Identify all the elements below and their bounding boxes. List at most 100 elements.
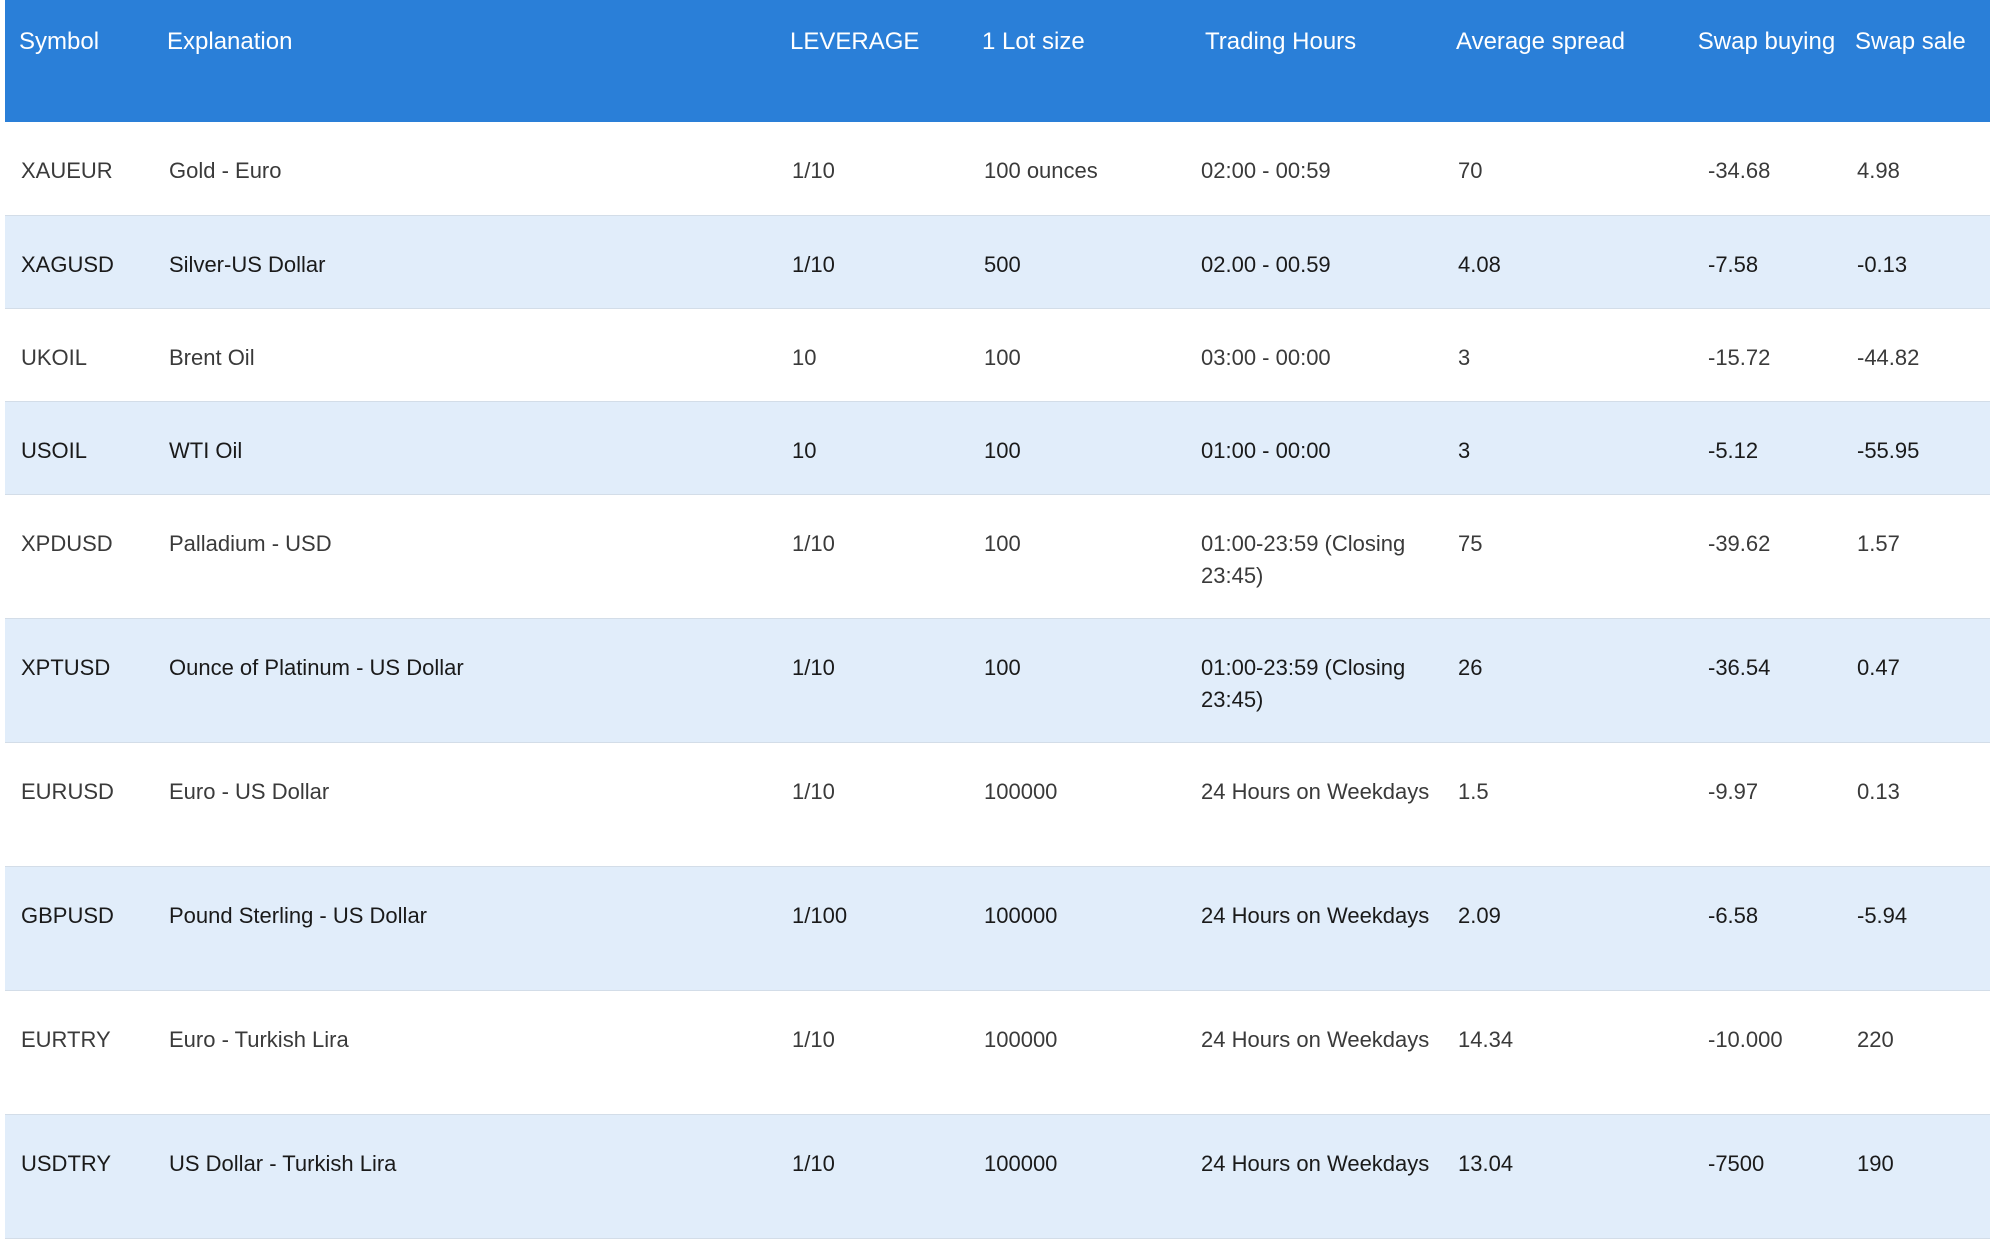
- cell-average-spread: 1.5: [1458, 778, 1489, 804]
- cell-average-spread: 13.04: [1458, 1150, 1514, 1176]
- table-row: XPDUSD Palladium - USD 1/10 100 01:00-23…: [5, 494, 1990, 618]
- cell-swap-buying: -5.12: [1708, 437, 1759, 463]
- cell-leverage: 10: [792, 437, 817, 463]
- cell-lot-size: 500: [984, 251, 1021, 277]
- cell-trading-hours: 02.00 - 00.59: [1201, 251, 1331, 277]
- table-row: XAUEUR Gold - Euro 1/10 100 ounces 02:00…: [5, 122, 1990, 215]
- cell-explanation: Gold - Euro: [169, 158, 282, 183]
- table-row: EURTRY Euro - Turkish Lira 1/10 100000 2…: [5, 990, 1990, 1114]
- instruments-table: Symbol Explanation LEVERAGE 1 Lot size T…: [5, 0, 1990, 1239]
- cell-explanation: Euro - Turkish Lira: [169, 1026, 349, 1052]
- header-row: Symbol Explanation LEVERAGE 1 Lot size T…: [5, 0, 1990, 122]
- cell-average-spread: 3: [1458, 437, 1471, 463]
- cell-swap-buying: -36.54: [1708, 654, 1771, 680]
- cell-leverage: 1/10: [792, 654, 835, 680]
- cell-symbol: USOIL: [21, 437, 88, 463]
- cell-lot-size: 100: [984, 437, 1021, 463]
- cell-leverage: 1/10: [792, 1150, 835, 1176]
- cell-leverage: 1/10: [792, 251, 835, 277]
- cell-symbol: EURUSD: [21, 778, 114, 804]
- cell-trading-hours: 01:00-23:59 (Closing 23:45): [1201, 654, 1406, 712]
- cell-trading-hours: 03:00 - 00:00: [1201, 344, 1331, 370]
- cell-explanation: US Dollar - Turkish Lira: [169, 1150, 397, 1176]
- cell-leverage: 1/10: [792, 530, 835, 556]
- cell-explanation: Palladium - USD: [169, 530, 332, 556]
- cell-swap-buying: -39.62: [1708, 530, 1771, 556]
- cell-swap-sale: 0.13: [1857, 778, 1900, 804]
- cell-explanation: Pound Sterling - US Dollar: [169, 902, 428, 928]
- table-row: USDTRY US Dollar - Turkish Lira 1/10 100…: [5, 1114, 1990, 1238]
- cell-swap-buying: -10.000: [1708, 1026, 1783, 1052]
- cell-average-spread: 3: [1458, 344, 1471, 370]
- cell-swap-sale: 0.47: [1857, 654, 1900, 680]
- cell-swap-sale: -44.82: [1857, 344, 1920, 370]
- cell-trading-hours: 02:00 - 00:59: [1201, 158, 1331, 183]
- cell-average-spread: 75: [1458, 530, 1483, 556]
- cell-trading-hours: 24 Hours on Weekdays: [1201, 778, 1430, 804]
- cell-trading-hours: 01:00 - 00:00: [1201, 437, 1331, 463]
- header-explanation: Explanation: [167, 28, 293, 55]
- cell-trading-hours: 01:00-23:59 (Closing 23:45): [1201, 530, 1406, 588]
- cell-trading-hours: 24 Hours on Weekdays: [1201, 1026, 1430, 1052]
- cell-swap-sale: -55.95: [1857, 437, 1920, 463]
- cell-swap-buying: -15.72: [1708, 344, 1771, 370]
- cell-swap-sale: 220: [1857, 1026, 1894, 1052]
- cell-swap-sale: -0.13: [1857, 251, 1908, 277]
- cell-leverage: 1/10: [792, 158, 835, 183]
- table-row: EURUSD Euro - US Dollar 1/10 100000 24 H…: [5, 742, 1990, 866]
- instruments-table-container: Symbol Explanation LEVERAGE 1 Lot size T…: [5, 0, 1990, 1239]
- cell-symbol: XAGUSD: [21, 251, 114, 277]
- cell-average-spread: 2.09: [1458, 902, 1501, 928]
- header-swap-sale: Swap sale: [1855, 28, 1966, 55]
- cell-lot-size: 100: [984, 530, 1021, 556]
- cell-swap-buying: -7500: [1708, 1150, 1765, 1176]
- table-row: USOIL WTI Oil 10 100 01:00 - 00:00 3 -5.…: [5, 401, 1990, 494]
- cell-leverage: 1/100: [792, 902, 848, 928]
- cell-average-spread: 26: [1458, 654, 1483, 680]
- header-swap-buying: Swap buying: [1697, 28, 1836, 55]
- table-row: XAGUSD Silver-US Dollar 1/10 500 02.00 -…: [5, 215, 1990, 308]
- cell-leverage: 1/10: [792, 1026, 835, 1052]
- cell-lot-size: 100000: [984, 1150, 1058, 1176]
- cell-swap-sale: 190: [1857, 1150, 1894, 1176]
- cell-symbol: UKOIL: [21, 344, 88, 370]
- cell-lot-size: 100: [984, 654, 1021, 680]
- cell-swap-sale: 1.57: [1857, 530, 1900, 556]
- cell-lot-size: 100000: [984, 1026, 1058, 1052]
- cell-symbol: EURTRY: [21, 1026, 111, 1052]
- cell-symbol: USDTRY: [21, 1150, 112, 1176]
- cell-symbol: XPDUSD: [21, 530, 113, 556]
- cell-explanation: Ounce of Platinum - US Dollar: [169, 654, 464, 680]
- cell-lot-size: 100 ounces: [984, 158, 1098, 183]
- cell-symbol: XAUEUR: [21, 158, 113, 183]
- table-row: XPTUSD Ounce of Platinum - US Dollar 1/1…: [5, 618, 1990, 742]
- header-symbol: Symbol: [19, 28, 100, 55]
- cell-swap-buying: -6.58: [1708, 902, 1759, 928]
- cell-average-spread: 70: [1458, 158, 1483, 183]
- table-row: UKOIL Brent Oil 10 100 03:00 - 00:00 3 -…: [5, 308, 1990, 401]
- table-header: Symbol Explanation LEVERAGE 1 Lot size T…: [5, 0, 1990, 122]
- cell-lot-size: 100000: [984, 902, 1058, 928]
- cell-swap-sale: -5.94: [1857, 902, 1908, 928]
- cell-swap-sale: 4.98: [1857, 158, 1900, 183]
- cell-lot-size: 100000: [984, 778, 1058, 804]
- cell-leverage: 10: [792, 344, 817, 370]
- cell-swap-buying: -34.68: [1708, 158, 1771, 183]
- table-row: GBPUSD Pound Sterling - US Dollar 1/100 …: [5, 866, 1990, 990]
- cell-explanation: Brent Oil: [169, 344, 255, 370]
- header-leverage: LEVERAGE: [790, 28, 920, 55]
- header-trading-hours: Trading Hours: [1205, 28, 1357, 55]
- header-lot-size: 1 Lot size: [982, 28, 1085, 55]
- cell-leverage: 1/10: [792, 778, 835, 804]
- cell-average-spread: 14.34: [1458, 1026, 1514, 1052]
- table-body: XAUEUR Gold - Euro 1/10 100 ounces 02:00…: [5, 122, 1990, 1238]
- cell-lot-size: 100: [984, 344, 1021, 370]
- cell-symbol: GBPUSD: [21, 902, 114, 928]
- cell-trading-hours: 24 Hours on Weekdays: [1201, 902, 1430, 928]
- cell-swap-buying: -7.58: [1708, 251, 1759, 277]
- cell-trading-hours: 24 Hours on Weekdays: [1201, 1150, 1430, 1176]
- cell-average-spread: 4.08: [1458, 251, 1501, 277]
- header-average-spread: Average spread: [1456, 28, 1626, 55]
- cell-symbol: XPTUSD: [21, 654, 111, 680]
- cell-explanation: Silver-US Dollar: [169, 251, 326, 277]
